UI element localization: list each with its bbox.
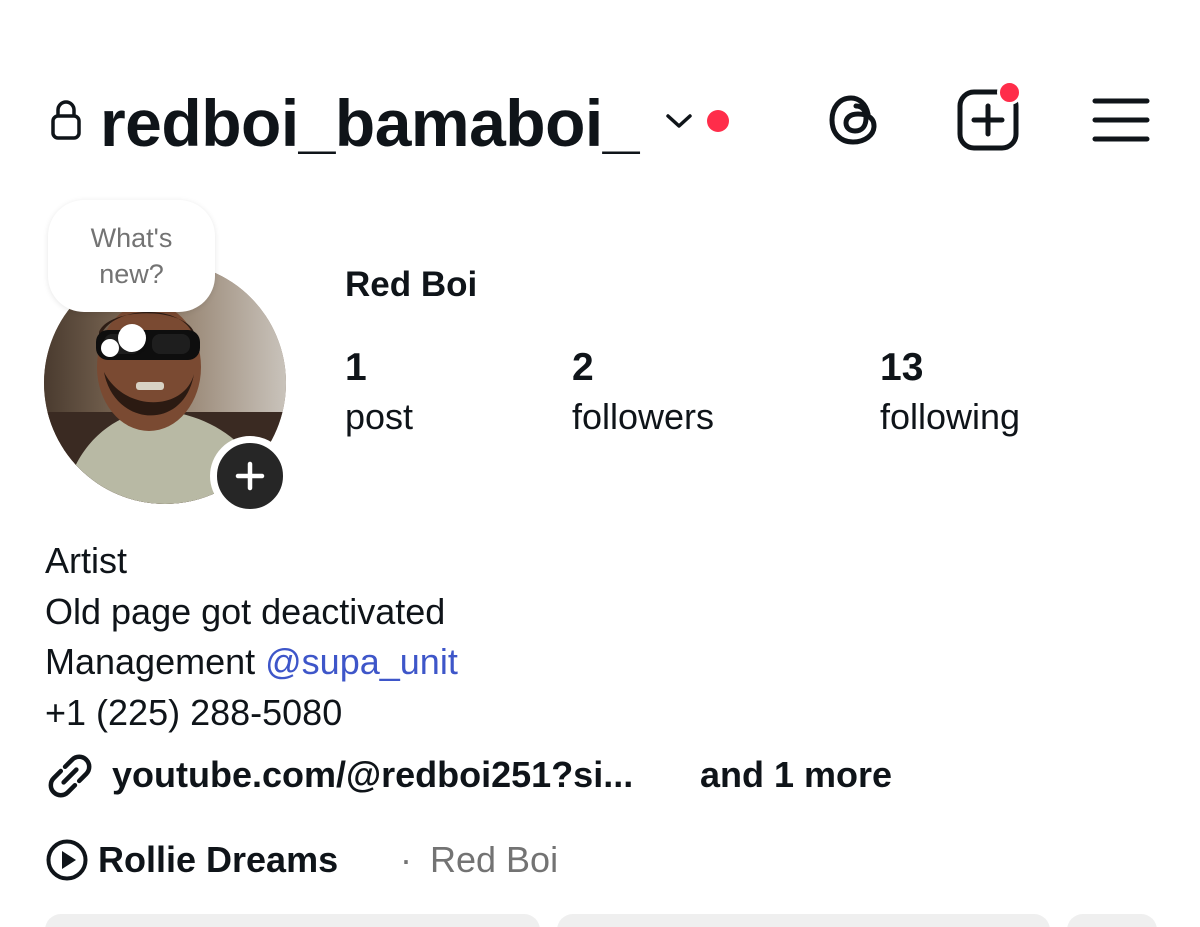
mention-link[interactable]: @supa_unit — [265, 641, 458, 682]
external-links[interactable]: youtube.com/@redboi251?si... and 1 more — [45, 748, 1145, 802]
username[interactable]: redboi_bamaboi_ — [100, 84, 639, 162]
display-name: Red Boi — [345, 265, 478, 304]
stat-followers[interactable]: 2 followers — [572, 344, 714, 442]
stat-count: 1 — [345, 346, 367, 389]
stat-following[interactable]: 13 following — [880, 344, 1020, 442]
edit-profile-button[interactable] — [45, 914, 540, 927]
link-url[interactable]: youtube.com/@redboi251?si... — [112, 751, 633, 799]
bio-management: Management @supa_unit — [45, 637, 458, 688]
bio-management-label: Management — [45, 641, 266, 682]
create-notification-dot — [997, 80, 1022, 105]
song-title: Rollie Dreams — [98, 839, 339, 880]
stat-count: 2 — [572, 346, 594, 389]
profile-music[interactable]: Rollie Dreams · Red Boi — [45, 834, 1145, 888]
note-bubble-tail-small — [101, 339, 119, 357]
discover-people-button[interactable] — [1067, 914, 1157, 927]
hamburger-menu-icon[interactable] — [1092, 96, 1150, 144]
bio-category: Artist — [45, 540, 128, 581]
plus-icon — [235, 461, 265, 491]
chevron-down-icon[interactable] — [664, 110, 694, 132]
bio: Artist Old page got deactivated Manageme… — [45, 536, 458, 738]
stat-label: following — [880, 396, 1021, 437]
share-profile-button[interactable] — [557, 914, 1050, 927]
stat-count: 13 — [880, 346, 924, 389]
note-placeholder: What's new? — [90, 223, 173, 289]
song-separator: · — [400, 839, 412, 880]
song-artist: Red Boi — [430, 839, 559, 880]
profile-page: redboi_bamaboi_ What's new? Red Boi 1 po… — [0, 0, 1200, 927]
stat-label: post — [345, 396, 414, 437]
threads-icon[interactable] — [824, 88, 884, 152]
note-bubble[interactable]: What's new? — [48, 200, 215, 312]
bio-phone[interactable]: +1 (225) 288-5080 — [45, 688, 458, 739]
lock-icon — [51, 100, 81, 140]
add-story-button[interactable] — [210, 436, 290, 516]
link-more[interactable]: and 1 more — [700, 751, 892, 799]
note-bubble-tail — [118, 324, 146, 352]
profile-header: redboi_bamaboi_ — [0, 0, 1200, 180]
link-icon — [48, 754, 92, 798]
play-circle-icon — [46, 839, 88, 881]
stat-label: followers — [572, 396, 715, 437]
bio-text: Old page got deactivated — [45, 590, 446, 632]
account-notification-dot — [707, 110, 729, 132]
stat-posts[interactable]: 1 post — [345, 344, 413, 442]
